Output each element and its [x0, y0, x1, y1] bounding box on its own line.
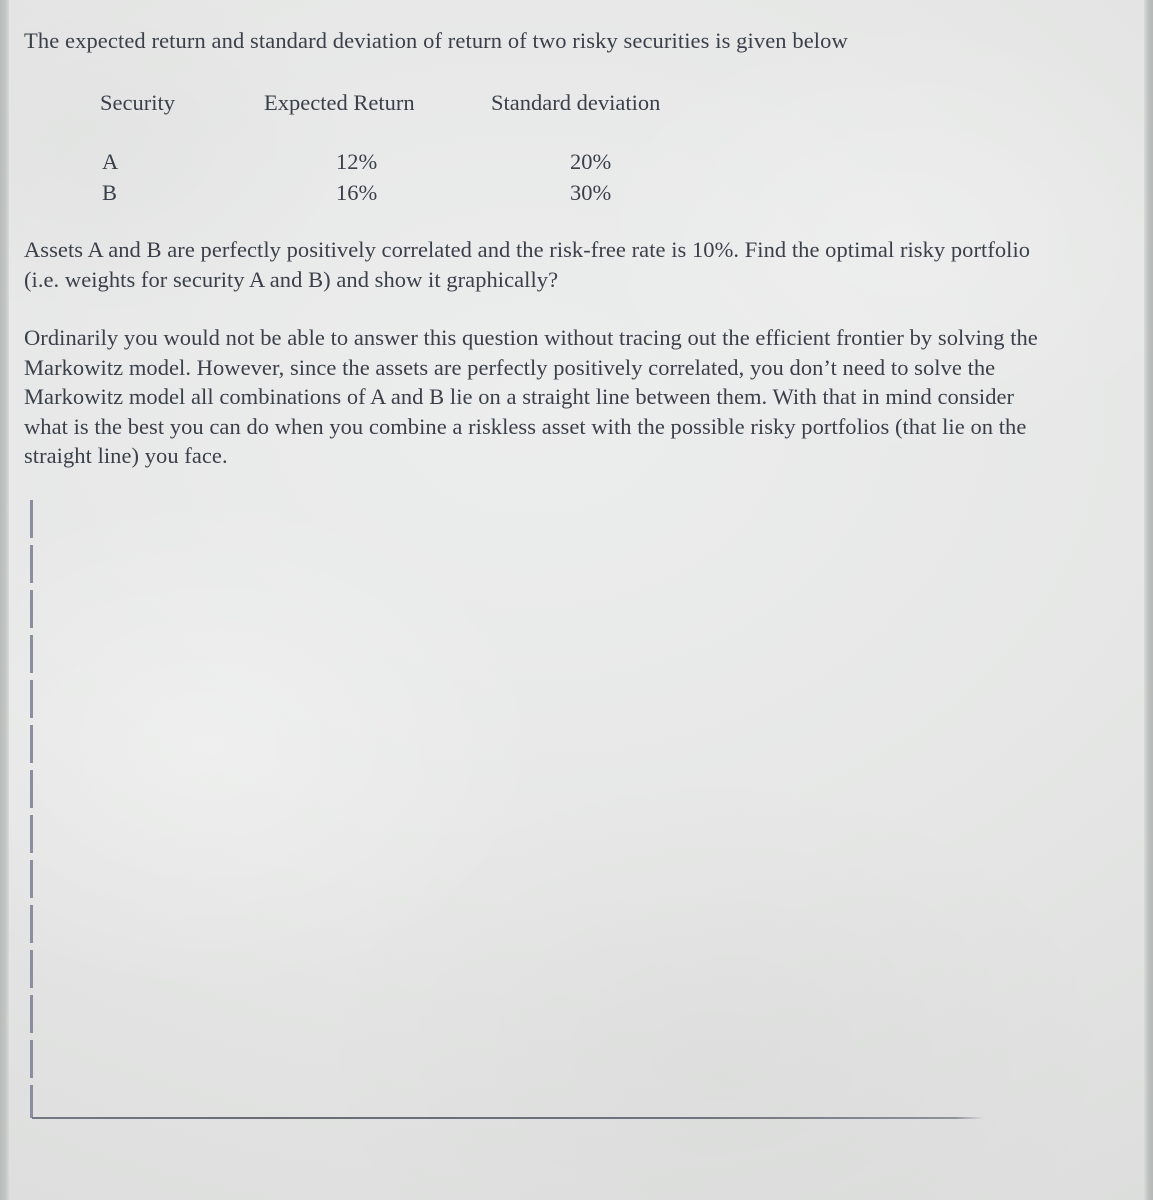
cell-security: A: [102, 149, 119, 174]
cell-standard-deviation: 20%: [570, 149, 612, 174]
intro-prompt: The expected return and standard deviati…: [24, 28, 848, 53]
page-content: The expected return and standard deviati…: [0, 0, 1153, 1200]
table-header-standard-deviation: Standard deviation: [491, 90, 661, 115]
cell-security: B: [102, 180, 118, 205]
cell-expected-return: 12%: [336, 149, 378, 174]
hint-paragraph: Ordinarily you would not be able to answ…: [24, 325, 1038, 468]
scanned-page: The expected return and standard deviati…: [0, 0, 1153, 1200]
cell-standard-deviation: 30%: [570, 180, 612, 205]
question-paragraph: Assets A and B are perfectly positively …: [24, 237, 1031, 292]
cell-expected-return: 16%: [336, 180, 378, 205]
table-header-security: Security: [100, 90, 175, 115]
table-header-expected-return: Expected Return: [264, 90, 415, 115]
